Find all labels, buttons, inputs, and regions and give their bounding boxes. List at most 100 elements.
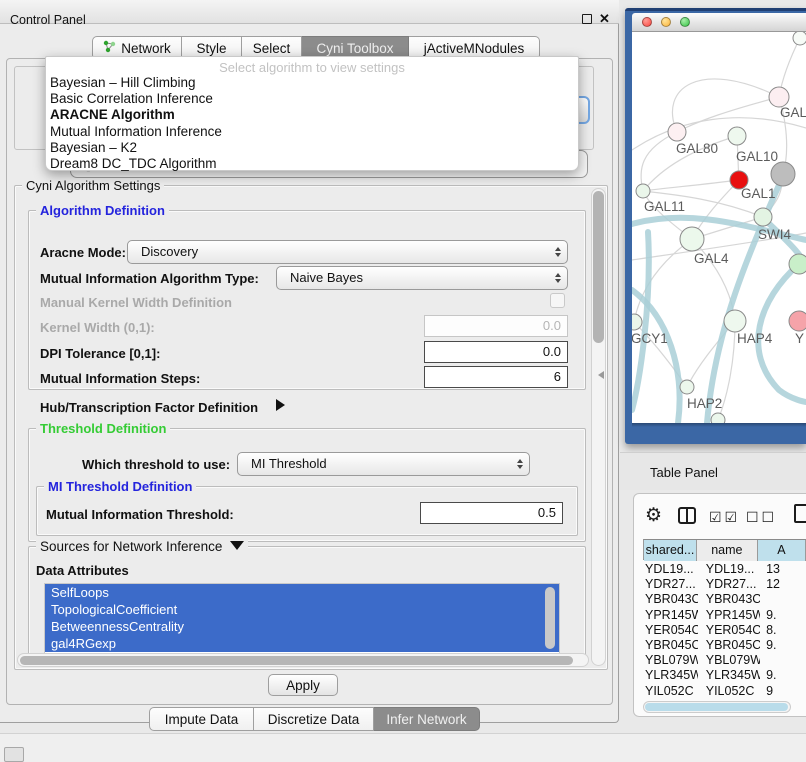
list-scrollbar-thumb[interactable]	[545, 587, 555, 649]
mi-threshold-label: Mutual Information Threshold:	[46, 507, 234, 522]
tab-infer-network[interactable]: Infer Network	[374, 707, 480, 731]
table-body[interactable]: YDL19...YDL19...13YDR27...YDR27...12YBR0…	[643, 562, 806, 699]
column-header-name[interactable]: name	[697, 540, 758, 561]
attribute-item[interactable]: BetweennessCentrality	[45, 618, 559, 635]
table-row[interactable]: YBL079WYBL079W	[643, 653, 806, 668]
network-node[interactable]	[754, 208, 772, 226]
splitter-handle[interactable]	[598, 371, 604, 379]
stepper-icon	[517, 459, 523, 469]
network-node[interactable]	[724, 310, 746, 332]
node-label-gal1: GAL1	[741, 186, 776, 201]
gear-icon[interactable]: ⚙	[645, 504, 662, 527]
node-label-gal4: GAL4	[694, 251, 729, 266]
apply-button[interactable]: Apply	[268, 674, 338, 696]
table-cell: YER054C	[643, 623, 698, 638]
network-canvas[interactable]: GALGAL80GAL10GAL1GAL11SWI4GAL4GCY1HAP4YH…	[632, 32, 806, 423]
table-row[interactable]: YBR045CYBR045C9.	[643, 638, 806, 653]
table-cell: YDL19...	[698, 562, 760, 577]
mi-type-label: Mutual Information Algorithm Type:	[40, 271, 259, 286]
algorithm-option-basic-correlation-inference[interactable]: Basic Correlation Inference	[46, 91, 578, 107]
table-cell: YIL052C	[698, 684, 760, 699]
select-all-icon[interactable]: ☑☑	[709, 509, 740, 526]
network-node[interactable]	[632, 314, 642, 330]
mi-threshold-field[interactable]: 0.5	[420, 502, 563, 524]
aracne-mode-combo[interactable]: Discovery	[127, 240, 568, 264]
minimize-traffic-light-icon[interactable]	[661, 17, 671, 27]
table-row[interactable]: YPR145WYPR145W9.	[643, 608, 806, 623]
close-icon[interactable]: ✕	[599, 11, 610, 27]
table-row[interactable]: YDR27...YDR27...12	[643, 577, 806, 592]
mi-threshold-title: MI Threshold Definition	[44, 479, 196, 494]
which-threshold-combo[interactable]: MI Threshold	[237, 452, 530, 476]
split-columns-icon[interactable]	[678, 507, 696, 524]
tab-discretize-data[interactable]: Discretize Data	[254, 707, 374, 731]
close-traffic-light-icon[interactable]	[642, 17, 652, 27]
manual-kernel-checkbox[interactable]	[550, 293, 565, 308]
algorithm-option-dream8-dc-tdc-algorithm[interactable]: Dream8 DC_TDC Algorithm	[46, 156, 578, 172]
table-cell: YBL079W	[643, 653, 698, 668]
algorithm-dropdown-popup: Select algorithm to view settings Bayesi…	[45, 56, 579, 171]
algorithm-option-mutual-information-inference[interactable]: Mutual Information Inference	[46, 124, 578, 140]
table-cell: YLR345W	[643, 668, 698, 683]
network-node[interactable]	[668, 123, 686, 141]
network-node[interactable]	[680, 380, 694, 394]
settings-vscrollbar-thumb[interactable]	[593, 191, 604, 343]
screen: Control Panel ✕ NetworkStyleSelectCyni T…	[0, 0, 806, 762]
algorithm-option-bayesian-hill-climbing[interactable]: Bayesian – Hill Climbing	[46, 75, 578, 91]
table-row[interactable]: YIL052CYIL052C9	[643, 684, 806, 699]
table-cell: YBR045C	[698, 638, 760, 653]
attribute-item[interactable]: SelfLoops	[45, 584, 559, 601]
network-node[interactable]	[711, 413, 725, 423]
node-label-gcy1: GCY1	[632, 331, 668, 346]
table-cell: 9.	[760, 668, 806, 683]
data-attributes-list[interactable]: SelfLoopsTopologicalCoefficientBetweenne…	[44, 583, 560, 655]
dpi-tolerance-field[interactable]: 0.0	[424, 341, 568, 363]
tab-impute-data[interactable]: Impute Data	[149, 707, 254, 731]
tab-label: jActiveMNodules	[424, 41, 525, 56]
tab-label: Impute Data	[165, 712, 239, 727]
deselect-all-icon[interactable]: ☐☐	[746, 509, 777, 526]
table-panel-title: Table Panel	[650, 465, 718, 480]
algorithm-option-bayesian-k2[interactable]: Bayesian – K2	[46, 140, 578, 156]
table-cell: 12	[760, 577, 806, 592]
network-window-titlebar[interactable]	[632, 13, 806, 32]
restore-panel-button[interactable]	[4, 747, 24, 762]
manual-kernel-label: Manual Kernel Width Definition	[40, 295, 232, 310]
table-row[interactable]: YER054CYER054C8.	[643, 623, 806, 638]
column-header-shared-[interactable]: shared...	[644, 540, 697, 561]
table-hscrollbar-thumb[interactable]	[645, 703, 788, 711]
column-header-a[interactable]: A	[758, 540, 806, 561]
mi-steps-field[interactable]: 6	[424, 366, 568, 388]
network-node[interactable]	[789, 311, 806, 331]
table-row[interactable]: YLR345WYLR345W9.	[643, 668, 806, 683]
network-node[interactable]	[793, 32, 806, 45]
kernel-width-field[interactable]: 0.0	[424, 315, 568, 337]
bottom-tabs: Impute Data Discretize DataInfer Network	[149, 707, 480, 731]
table-row[interactable]: YDL19...YDL19...13	[643, 562, 806, 577]
collapse-arrow-icon[interactable]	[230, 541, 244, 550]
table-cell: YBR043C	[698, 592, 760, 607]
table-cell: YPR145W	[698, 608, 760, 623]
table-cell	[760, 653, 806, 668]
network-node[interactable]	[680, 227, 704, 251]
table-cell: YLR345W	[698, 668, 760, 683]
table-cell: YDR27...	[643, 577, 698, 592]
network-node[interactable]	[789, 254, 806, 274]
mi-type-combo[interactable]: Naive Bayes	[276, 266, 568, 290]
file-icon[interactable]	[794, 504, 806, 523]
data-attributes-label: Data Attributes	[36, 563, 129, 578]
network-icon	[103, 40, 116, 56]
attribute-item[interactable]: gal4RGexp	[45, 635, 559, 652]
network-node[interactable]	[771, 162, 795, 186]
float-window-icon[interactable]	[582, 14, 592, 24]
algorithm-option-aracne-algorithm[interactable]: ARACNE Algorithm	[46, 107, 578, 123]
table-row[interactable]: YBR043CYBR043C	[643, 592, 806, 607]
network-node[interactable]	[728, 127, 746, 145]
expand-arrow-icon[interactable]	[276, 399, 285, 411]
network-node[interactable]	[636, 184, 650, 198]
settings-hscrollbar-thumb[interactable]	[20, 656, 573, 665]
attribute-item[interactable]: TopologicalCoefficient	[45, 601, 559, 618]
network-node[interactable]	[769, 87, 789, 107]
window-title: Control Panel	[10, 13, 86, 27]
zoom-traffic-light-icon[interactable]	[680, 17, 690, 27]
